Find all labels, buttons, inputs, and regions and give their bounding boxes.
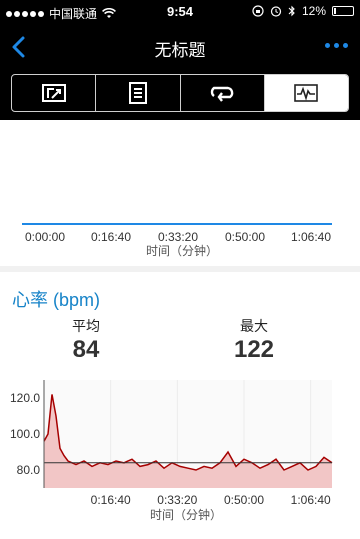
status-bar: 中国联通 9:54 12% (0, 0, 360, 24)
laps-icon (211, 86, 234, 102)
y-tick-label: 120.0 (10, 391, 40, 405)
x-tick-label: 1:06:40 (291, 493, 331, 507)
heart-rate-chart: 80.0 100.0 120.0 0:16:40 0:33:20 0:50:00 1:06… (10, 380, 333, 522)
max-stat: 最大 122 (222, 316, 286, 364)
page-title: 无标题 (154, 41, 206, 60)
x-tick-label: 0:33:20 (157, 493, 197, 507)
bluetooth-icon (288, 5, 295, 17)
map-icon (41, 84, 66, 102)
tab-charts[interactable] (264, 75, 348, 111)
max-label: 最大 (240, 318, 268, 334)
navigation-bar: 无标题 (0, 24, 360, 70)
speed-chart: 0:00:00 0:16:40 0:33:20 0:50:00 1:06:40 … (0, 120, 360, 265)
tab-laps[interactable] (181, 75, 265, 111)
average-stat: 平均 84 (64, 316, 108, 364)
heart-rate-title: 心率 (bpm) (12, 290, 101, 310)
tab-map[interactable] (12, 75, 97, 111)
y-tick-label: 80.0 (17, 463, 41, 477)
battery-icon (332, 6, 354, 16)
x-tick-label: 1:06:40 (291, 230, 331, 244)
x-tick-label: 0:50:00 (224, 493, 264, 507)
average-label: 平均 (72, 318, 100, 334)
segmented-tabs (11, 74, 349, 112)
tab-details[interactable] (96, 75, 181, 111)
alarm-icon (270, 6, 282, 17)
x-tick-label: 0:50:00 (225, 230, 265, 244)
more-options-button[interactable] (325, 43, 348, 48)
chart-icon (294, 84, 319, 102)
more-dot-icon (325, 43, 330, 48)
average-value: 84 (72, 336, 100, 363)
y-tick-label: 100.0 (10, 427, 40, 441)
rotation-lock-icon (252, 5, 264, 17)
x-tick-label: 0:00:00 (25, 230, 65, 244)
heart-rate-section: 心率 (bpm) 平均 84 最大 122 80.0 100.0 120.0 0:1… (0, 272, 360, 539)
battery-percent: 12% (301, 4, 326, 18)
list-icon (128, 82, 147, 104)
x-axis-label: 时间（分钟） (146, 243, 218, 258)
x-tick-label: 0:16:40 (91, 230, 131, 244)
tab-bar-container (0, 70, 360, 120)
x-tick-label: 0:16:40 (91, 493, 131, 507)
max-value: 122 (233, 336, 275, 363)
x-axis-label: 时间（分钟） (150, 507, 222, 522)
x-tick-label: 0:33:20 (158, 230, 198, 244)
speed-chart-svg: 0:00:00 0:16:40 0:33:20 0:50:00 1:06:40 … (22, 223, 332, 258)
